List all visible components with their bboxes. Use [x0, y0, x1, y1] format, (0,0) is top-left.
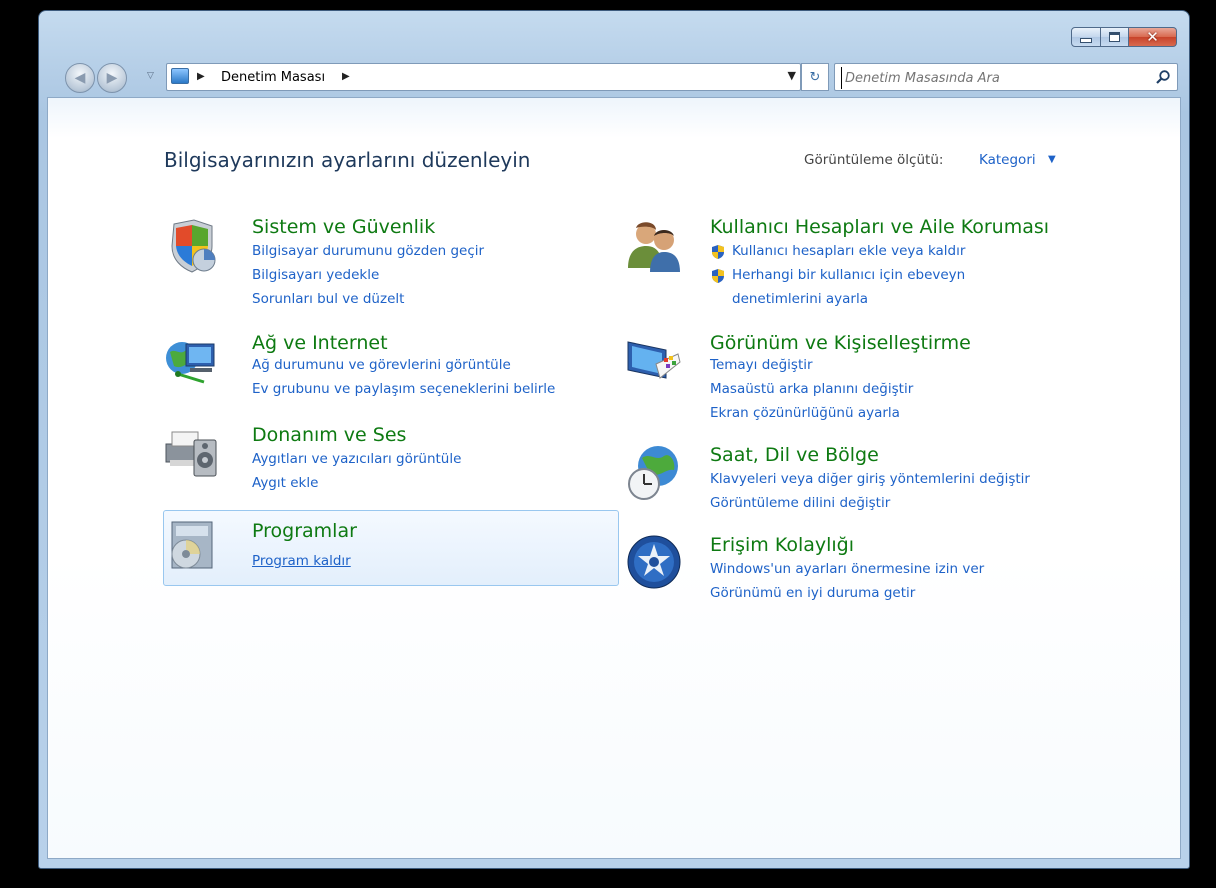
accessibility-icon[interactable]: [626, 534, 682, 590]
clock-globe-icon[interactable]: [626, 444, 682, 500]
control-panel-icon: [171, 68, 189, 84]
link-let-windows-suggest[interactable]: Windows'un ayarları önermesine izin ver: [710, 561, 984, 577]
address-dropdown-icon[interactable]: ▼: [788, 69, 796, 82]
title-bar[interactable]: ✕: [39, 11, 1189, 57]
close-icon: ✕: [1146, 28, 1159, 46]
search-input[interactable]: [841, 67, 1147, 89]
programs-disc-icon[interactable]: [164, 518, 220, 574]
search-icon[interactable]: [1155, 69, 1171, 85]
link-find-fix-problems[interactable]: Sorunları bul ve düzelt: [252, 291, 404, 307]
link-optimize-visual-display[interactable]: Görünümü en iyi duruma getir: [710, 585, 915, 601]
programs-category-highlight[interactable]: [163, 510, 619, 586]
close-button[interactable]: ✕: [1129, 27, 1177, 47]
category-title-network-internet[interactable]: Ağ ve Internet: [252, 332, 388, 354]
link-backup-computer[interactable]: Bilgisayarı yedekle: [252, 267, 379, 283]
recent-pages-dropdown[interactable]: ▽: [147, 71, 154, 81]
maximize-icon: [1109, 32, 1120, 42]
category-title-programs[interactable]: Programlar: [252, 520, 357, 542]
monitor-palette-icon[interactable]: [626, 334, 682, 390]
category-title-appearance[interactable]: Görünüm ve Kişiselleştirme: [710, 332, 971, 354]
breadcrumb-item[interactable]: Denetim Masası: [221, 70, 325, 85]
link-adjust-screen-resolution[interactable]: Ekran çözünürlüğünü ayarla: [710, 405, 900, 421]
breadcrumb-separator-icon[interactable]: ▶: [342, 71, 350, 82]
search-box[interactable]: [834, 63, 1178, 91]
uac-shield-icon: [712, 245, 724, 259]
page-title: Bilgisayarınızın ayarlarını düzenleyin: [164, 148, 531, 172]
breadcrumb-separator-icon[interactable]: ▶: [197, 71, 205, 82]
refresh-icon: ↻: [809, 69, 821, 85]
link-change-display-language[interactable]: Görüntüleme dilini değiştir: [710, 495, 890, 511]
link-change-keyboards[interactable]: Klavyeleri veya diğer giriş yöntemlerini…: [710, 471, 1030, 487]
category-title-ease-of-access[interactable]: Erişim Kolaylığı: [710, 534, 854, 556]
control-panel-window: ✕ ◀ ▶ ▽ ▶ Denetim Masası ▶ ▼ ↻ Bilgisaya…: [38, 10, 1190, 869]
back-arrow-icon: ◀: [74, 70, 86, 86]
link-add-device[interactable]: Aygıt ekle: [252, 475, 318, 491]
users-icon[interactable]: [626, 218, 682, 274]
link-view-devices-printers[interactable]: Aygıtları ve yazıcıları görüntüle: [252, 451, 461, 467]
back-button[interactable]: ◀: [65, 63, 95, 93]
forward-arrow-icon: ▶: [106, 70, 118, 86]
link-change-desktop-background[interactable]: Masaüstü arka planını değiştir: [710, 381, 913, 397]
maximize-button[interactable]: [1101, 27, 1129, 47]
minimize-icon: [1080, 37, 1092, 43]
uac-shield-icon: [712, 269, 724, 283]
link-review-computer-status[interactable]: Bilgisayar durumunu gözden geçir: [252, 243, 484, 259]
link-add-remove-accounts[interactable]: Kullanıcı hesapları ekle veya kaldır: [732, 243, 965, 259]
view-by-label: Görüntüleme ölçütü:: [804, 152, 944, 168]
link-view-network-status[interactable]: Ağ durumunu ve görevlerini görüntüle: [252, 357, 511, 373]
link-homegroup-sharing[interactable]: Ev grubunu ve paylaşım seçeneklerini bel…: [252, 381, 555, 397]
link-parental-controls-cont[interactable]: denetimlerini ayarla: [732, 291, 868, 307]
category-title-user-accounts[interactable]: Kullanıcı Hesapları ve Aile Koruması: [710, 216, 1049, 238]
refresh-button[interactable]: ↻: [801, 63, 829, 91]
view-by-dropdown[interactable]: Kategori: [979, 152, 1036, 168]
link-change-theme[interactable]: Temayı değiştir: [710, 357, 813, 373]
address-bar[interactable]: ▶ Denetim Masası ▶ ▼: [166, 63, 801, 91]
category-title-hardware-sound[interactable]: Donanım ve Ses: [252, 424, 406, 446]
window-controls: ✕: [1071, 27, 1177, 49]
minimize-button[interactable]: [1071, 27, 1101, 47]
link-uninstall-program[interactable]: Program kaldır: [252, 553, 351, 569]
link-parental-controls[interactable]: Herhangi bir kullanıcı için ebeveyn: [732, 267, 965, 283]
navigation-bar: ◀ ▶ ▽ ▶ Denetim Masası ▶ ▼ ↻: [39, 57, 1189, 97]
printer-speaker-icon[interactable]: [164, 424, 220, 480]
content-area: Bilgisayarınızın ayarlarını düzenleyin G…: [47, 97, 1181, 859]
content-header-band: [48, 98, 1180, 138]
category-title-clock-language[interactable]: Saat, Dil ve Bölge: [710, 444, 879, 466]
chevron-down-icon[interactable]: ▼: [1048, 154, 1056, 165]
network-globe-icon[interactable]: [164, 334, 220, 390]
category-title-system-security[interactable]: Sistem ve Güvenlik: [252, 216, 435, 238]
forward-button[interactable]: ▶: [97, 63, 127, 93]
shield-icon[interactable]: [164, 218, 220, 274]
